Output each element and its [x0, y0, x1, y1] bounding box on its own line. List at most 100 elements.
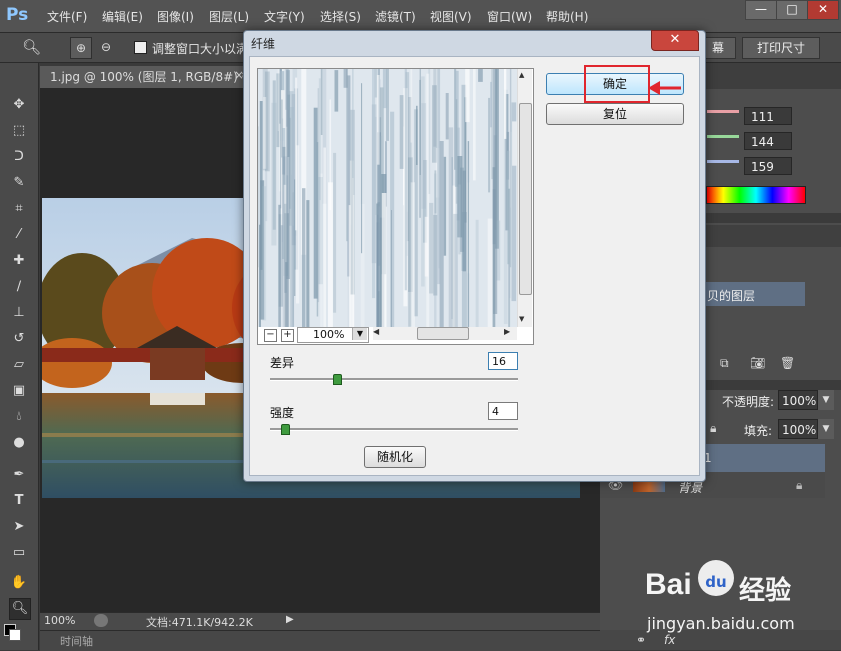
maximize-button[interactable]: □	[776, 0, 808, 20]
menu-select[interactable]: 选择(S)	[320, 8, 361, 25]
zoom-tool-icon: 🔍︎	[22, 38, 42, 56]
variance-label: 差异	[270, 356, 295, 370]
status-menu-arrow-icon[interactable]: ▶	[286, 614, 294, 625]
fill-field[interactable]: 100%	[778, 419, 818, 439]
camera-icon[interactable]: 📷︎	[750, 356, 765, 370]
timeline-panel-tab[interactable]	[40, 630, 600, 651]
strength-slider-track[interactable]	[270, 428, 518, 431]
watermark-brand: Bai	[645, 568, 692, 601]
background-lock-icon: 🔒︎	[796, 478, 803, 492]
green-slider-track[interactable]	[707, 135, 739, 138]
horizontal-scroll-thumb[interactable]	[417, 327, 469, 340]
print-size-button[interactable]: 打印尺寸	[742, 37, 820, 59]
preview-zoom-value: 100%	[313, 328, 345, 341]
reset-button[interactable]: 复位	[546, 103, 684, 125]
scroll-left-icon[interactable]: ◀	[373, 327, 379, 336]
scroll-right-icon[interactable]: ▶	[504, 327, 510, 336]
watermark-paw-text: du	[705, 573, 727, 591]
zoom-out-icon[interactable]: ⊖	[96, 37, 116, 57]
hand-tool-icon[interactable]: ✋	[9, 573, 29, 593]
resize-window-label: 调整窗口大小以满	[152, 42, 249, 56]
menu-window[interactable]: 窗口(W)	[487, 8, 532, 25]
menu-view[interactable]: 视图(V)	[430, 8, 472, 25]
menu-filter[interactable]: 滤镜(T)	[375, 8, 416, 25]
background-color-swatch[interactable]	[9, 629, 21, 641]
dodge-tool-icon[interactable]: ●	[9, 433, 29, 453]
blue-value-field[interactable]: 159	[744, 157, 792, 175]
close-window-button[interactable]: ✕	[807, 0, 839, 20]
watermark-url: jingyan.baidu.com	[647, 614, 795, 633]
zoom-dropdown-arrow-icon[interactable]: ▼	[352, 328, 367, 340]
fill-label: 填充:	[744, 424, 773, 438]
lock-icon[interactable]: 🔒︎	[710, 421, 716, 436]
menu-file[interactable]: 文件(F)	[47, 8, 87, 25]
zoom-tool-icon-selected[interactable]: 🔍︎	[9, 598, 31, 620]
filter-preview[interactable]	[258, 69, 517, 327]
opacity-field[interactable]: 100%	[778, 390, 818, 410]
baidu-jingyan-watermark: Bai du 经验 jingyan.baidu.com	[645, 560, 841, 650]
pen-tool-icon[interactable]: ✒	[9, 465, 29, 485]
strength-field[interactable]: 4	[488, 402, 518, 420]
scroll-up-icon[interactable]: ▲	[519, 71, 524, 79]
eraser-tool-icon[interactable]: ▱	[9, 355, 29, 375]
brush-tool-icon[interactable]: ∕	[9, 277, 29, 297]
scroll-down-icon[interactable]: ▼	[519, 315, 524, 323]
history-item-label: 贝的图层	[707, 289, 756, 303]
zoom-in-icon[interactable]: ⊕	[70, 37, 92, 59]
zoom-out-preview-button[interactable]: −	[264, 329, 277, 342]
new-snapshot-icon[interactable]: ⧉	[720, 356, 729, 371]
document-tab-title: 1.jpg @ 100% (图层 1, RGB/8#) *	[50, 70, 246, 84]
randomize-button[interactable]: 随机化	[364, 446, 426, 468]
color-spectrum-ramp[interactable]	[706, 186, 806, 204]
move-tool-icon[interactable]: ✥	[9, 95, 29, 115]
menu-edit[interactable]: 编辑(E)	[102, 8, 143, 25]
menu-type[interactable]: 文字(Y)	[264, 8, 305, 25]
lasso-tool-icon[interactable]: ᑐ	[9, 147, 29, 167]
stamp-tool-icon[interactable]: ⊥	[9, 303, 29, 323]
shape-tool-icon[interactable]: ▭	[9, 543, 29, 563]
document-tab[interactable]: 1.jpg @ 100% (图层 1, RGB/8#) *	[40, 66, 246, 88]
resize-window-checkbox[interactable]	[134, 41, 147, 54]
eyedropper-tool-icon[interactable]: ⁄	[9, 225, 29, 245]
opacity-dropdown-icon[interactable]: ▼	[818, 390, 834, 410]
blue-slider-track[interactable]	[707, 160, 739, 163]
menu-help[interactable]: 帮助(H)	[546, 8, 588, 25]
fill-dropdown-icon[interactable]: ▼	[818, 419, 834, 439]
dialog-close-button[interactable]: ✕	[651, 30, 699, 51]
strength-slider-thumb[interactable]	[280, 424, 290, 435]
zoom-in-preview-button[interactable]: +	[281, 329, 294, 342]
gradient-tool-icon[interactable]: ▣	[9, 381, 29, 401]
quick-select-tool-icon[interactable]: ✎	[9, 173, 29, 193]
minimize-button[interactable]: —	[745, 0, 777, 20]
timeline-label: 时间轴	[60, 635, 93, 648]
variance-slider-track[interactable]	[270, 378, 518, 381]
type-tool-icon[interactable]: T	[9, 491, 29, 511]
preview-horizontal-scrollbar[interactable]: ◀ ▶	[373, 327, 517, 340]
variance-field[interactable]: 16	[488, 352, 518, 370]
zoom-level-readout[interactable]: 100%	[44, 614, 75, 627]
path-select-tool-icon[interactable]: ➤	[9, 517, 29, 537]
menu-image[interactable]: 图像(I)	[157, 8, 194, 25]
status-info-icon[interactable]	[94, 614, 108, 627]
green-value-field[interactable]: 144	[744, 132, 792, 150]
menu-layer[interactable]: 图层(L)	[209, 8, 249, 25]
strength-label: 强度	[270, 406, 295, 420]
red-value-field[interactable]: 111	[744, 107, 792, 125]
ok-highlight-box	[584, 65, 650, 103]
document-size-readout: 文档:471.1K/942.2K	[146, 616, 253, 629]
blur-tool-icon[interactable]: 💧︎	[9, 407, 29, 427]
pointing-arrow-icon	[648, 81, 681, 95]
dialog-title: 纤维	[251, 37, 276, 51]
trash-icon[interactable]: 🗑︎	[780, 356, 795, 370]
marquee-tool-icon[interactable]: ⬚	[9, 121, 29, 141]
healing-brush-tool-icon[interactable]: ✚	[9, 251, 29, 271]
opacity-label: 不透明度:	[722, 395, 775, 409]
crop-tool-icon[interactable]: ⌗	[9, 199, 29, 219]
red-slider-track[interactable]	[707, 110, 739, 113]
preview-vertical-scrollbar[interactable]: ▲ ▼	[517, 69, 532, 327]
history-brush-tool-icon[interactable]: ↺	[9, 329, 29, 349]
status-bar	[40, 612, 600, 631]
variance-slider-thumb[interactable]	[332, 374, 342, 385]
vertical-scroll-thumb[interactable]	[519, 103, 532, 295]
watermark-chinese: 经验	[739, 576, 792, 606]
